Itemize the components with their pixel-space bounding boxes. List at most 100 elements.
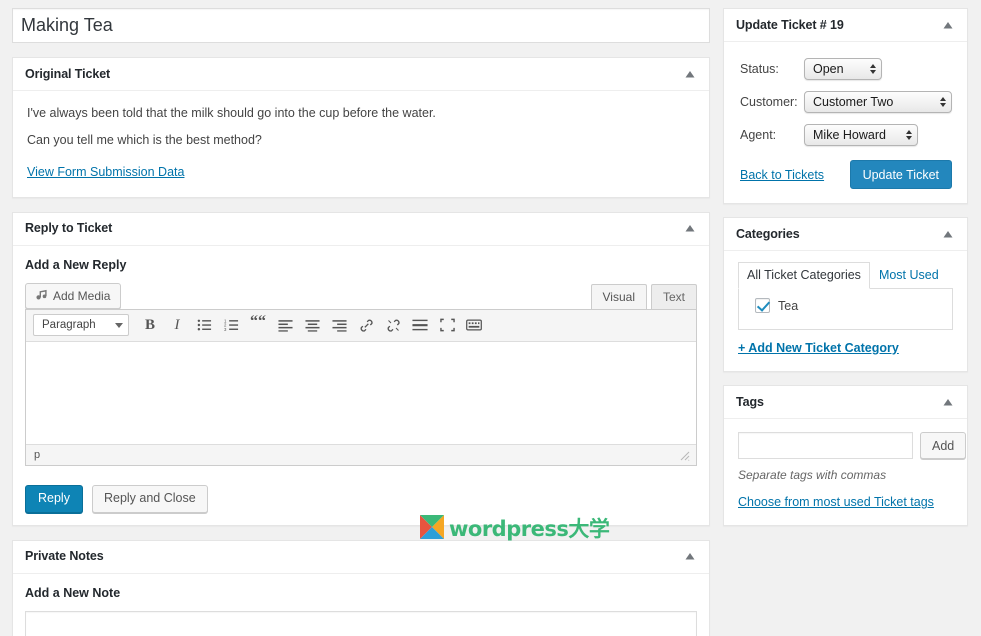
- tab-visual[interactable]: Visual: [590, 283, 647, 309]
- chevron-up-icon[interactable]: [683, 222, 697, 236]
- insert-more-icon[interactable]: [407, 312, 433, 338]
- chevron-up-icon[interactable]: [683, 67, 697, 81]
- status-field-row: Status: Open: [740, 58, 952, 80]
- update-ticket-header[interactable]: Update Ticket # 19: [724, 9, 967, 42]
- unlink-icon[interactable]: [380, 312, 406, 338]
- tinymce-editor: Paragraph B I 1 2 3 ““ p: [25, 308, 697, 466]
- category-checkbox-tea[interactable]: [755, 298, 770, 313]
- reply-actions: Reply Reply and Close: [25, 484, 697, 513]
- view-form-submission-data-link[interactable]: View Form Submission Data: [27, 165, 184, 179]
- fullscreen-icon[interactable]: [434, 312, 460, 338]
- editor-resize-handle[interactable]: [678, 449, 690, 461]
- title-field-wrapper: [12, 8, 710, 43]
- stepper-icon: [940, 97, 946, 107]
- main-column: Original Ticket I've always been told th…: [12, 8, 710, 636]
- update-ticket-heading: Update Ticket # 19: [736, 17, 844, 32]
- format-select[interactable]: Paragraph: [33, 314, 129, 336]
- align-left-icon[interactable]: [272, 312, 298, 338]
- update-ticket-button[interactable]: Update Ticket: [849, 160, 952, 189]
- tag-entry-row: Add: [738, 432, 967, 459]
- tags-heading: Tags: [736, 394, 764, 409]
- bulleted-list-icon[interactable]: [191, 312, 217, 338]
- editor-mode-tabs: Visual Text: [587, 283, 697, 309]
- align-center-icon[interactable]: [299, 312, 325, 338]
- agent-value: Mike Howard: [813, 128, 886, 142]
- reply-to-ticket-header[interactable]: Reply to Ticket: [13, 213, 709, 246]
- add-new-note-label: Add a New Note: [25, 585, 121, 600]
- private-notes-header[interactable]: Private Notes: [13, 541, 709, 574]
- editor-status-bar: p: [26, 443, 696, 465]
- blockquote-icon[interactable]: ““: [245, 312, 271, 338]
- category-tabs: All Ticket Categories Most Used: [738, 262, 953, 289]
- update-ticket-body: Status: Open Customer: Customer Two Agen…: [724, 42, 967, 203]
- italic-icon[interactable]: I: [164, 312, 190, 338]
- format-select-value: Paragraph: [42, 319, 96, 331]
- media-icon: [34, 289, 48, 303]
- note-input[interactable]: [25, 610, 697, 636]
- add-media-button[interactable]: Add Media: [25, 282, 122, 309]
- chevron-up-icon[interactable]: [941, 227, 955, 241]
- editor-content-area[interactable]: [26, 341, 696, 444]
- ticket-title-input[interactable]: [12, 8, 710, 43]
- align-right-icon[interactable]: [326, 312, 352, 338]
- editor-toolbar: Paragraph B I 1 2 3 ““: [26, 309, 696, 342]
- original-ticket-heading: Original Ticket: [25, 66, 111, 81]
- svg-text:3: 3: [224, 327, 227, 332]
- add-new-ticket-category-link[interactable]: + Add New Ticket Category: [738, 341, 899, 355]
- sidebar-column: Update Ticket # 19 Status: Open Customer…: [723, 8, 968, 636]
- reply-and-close-button[interactable]: Reply and Close: [91, 484, 208, 513]
- status-select[interactable]: Open: [804, 58, 882, 80]
- toolbar-toggle-icon[interactable]: [461, 312, 487, 338]
- stepper-icon: [870, 64, 876, 74]
- add-tag-button[interactable]: Add: [920, 432, 967, 459]
- chevron-up-icon[interactable]: [941, 18, 955, 32]
- tab-most-used[interactable]: Most Used: [870, 262, 948, 289]
- link-icon[interactable]: [353, 312, 379, 338]
- categories-panel: Categories All Ticket Categories Most Us…: [723, 217, 968, 372]
- status-value: Open: [813, 62, 844, 76]
- most-used-tags-link[interactable]: Choose from most used Ticket tags: [738, 495, 934, 509]
- editor-element-path: p: [34, 448, 41, 461]
- tags-header[interactable]: Tags: [724, 386, 967, 419]
- tags-body: Add Separate tags with commas Choose fro…: [724, 419, 967, 525]
- tab-all-ticket-categories[interactable]: All Ticket Categories: [738, 262, 870, 289]
- reply-button[interactable]: Reply: [25, 484, 83, 513]
- original-ticket-header[interactable]: Original Ticket: [13, 58, 709, 91]
- update-ticket-actions: Back to Tickets Update Ticket: [740, 160, 952, 189]
- category-label-tea: Tea: [778, 298, 799, 313]
- categories-header[interactable]: Categories: [724, 218, 967, 251]
- private-notes-panel: Private Notes Add a New Note: [12, 539, 710, 636]
- tags-panel: Tags Add Separate tags with commas Choos…: [723, 385, 968, 526]
- reply-body: Add a New Reply Add Media Visual Text Pa…: [13, 246, 709, 525]
- numbered-list-icon[interactable]: 1 2 3: [218, 312, 244, 338]
- ticket-text-line-2: Can you tell me which is the best method…: [27, 132, 262, 147]
- category-item-tea[interactable]: Tea: [749, 298, 942, 313]
- chevron-up-icon[interactable]: [941, 395, 955, 409]
- original-ticket-panel: Original Ticket I've always been told th…: [12, 57, 710, 198]
- categories-body: All Ticket Categories Most Used Tea + Ad…: [724, 251, 967, 371]
- ticket-text-line-1: I've always been told that the milk shou…: [27, 106, 436, 120]
- customer-field-row: Customer: Customer Two: [740, 91, 952, 113]
- stepper-icon: [906, 130, 912, 140]
- agent-select[interactable]: Mike Howard: [804, 124, 918, 146]
- customer-label: Customer:: [740, 95, 798, 109]
- add-media-label: Add Media: [53, 288, 111, 303]
- private-notes-body: Add a New Note: [13, 574, 709, 636]
- customer-value: Customer Two: [813, 95, 894, 109]
- tab-text[interactable]: Text: [650, 283, 697, 309]
- private-notes-heading: Private Notes: [25, 549, 104, 564]
- reply-to-ticket-heading: Reply to Ticket: [25, 221, 113, 236]
- bold-icon[interactable]: B: [137, 312, 163, 338]
- ticket-edit-screen: Original Ticket I've always been told th…: [0, 0, 981, 636]
- category-list: Tea: [738, 288, 953, 330]
- add-new-reply-label: Add a New Reply: [25, 257, 127, 272]
- tag-hint-text: Separate tags with commas: [738, 468, 887, 482]
- customer-select[interactable]: Customer Two: [804, 91, 952, 113]
- tag-input[interactable]: [738, 432, 913, 459]
- agent-label: Agent:: [740, 128, 777, 142]
- reply-to-ticket-panel: Reply to Ticket Add a New Reply Add Medi…: [12, 211, 710, 539]
- chevron-up-icon[interactable]: [683, 550, 697, 564]
- back-to-tickets-link[interactable]: Back to Tickets: [740, 168, 824, 182]
- editor-top-row: Add Media Visual Text: [25, 282, 697, 309]
- status-label: Status:: [740, 62, 779, 76]
